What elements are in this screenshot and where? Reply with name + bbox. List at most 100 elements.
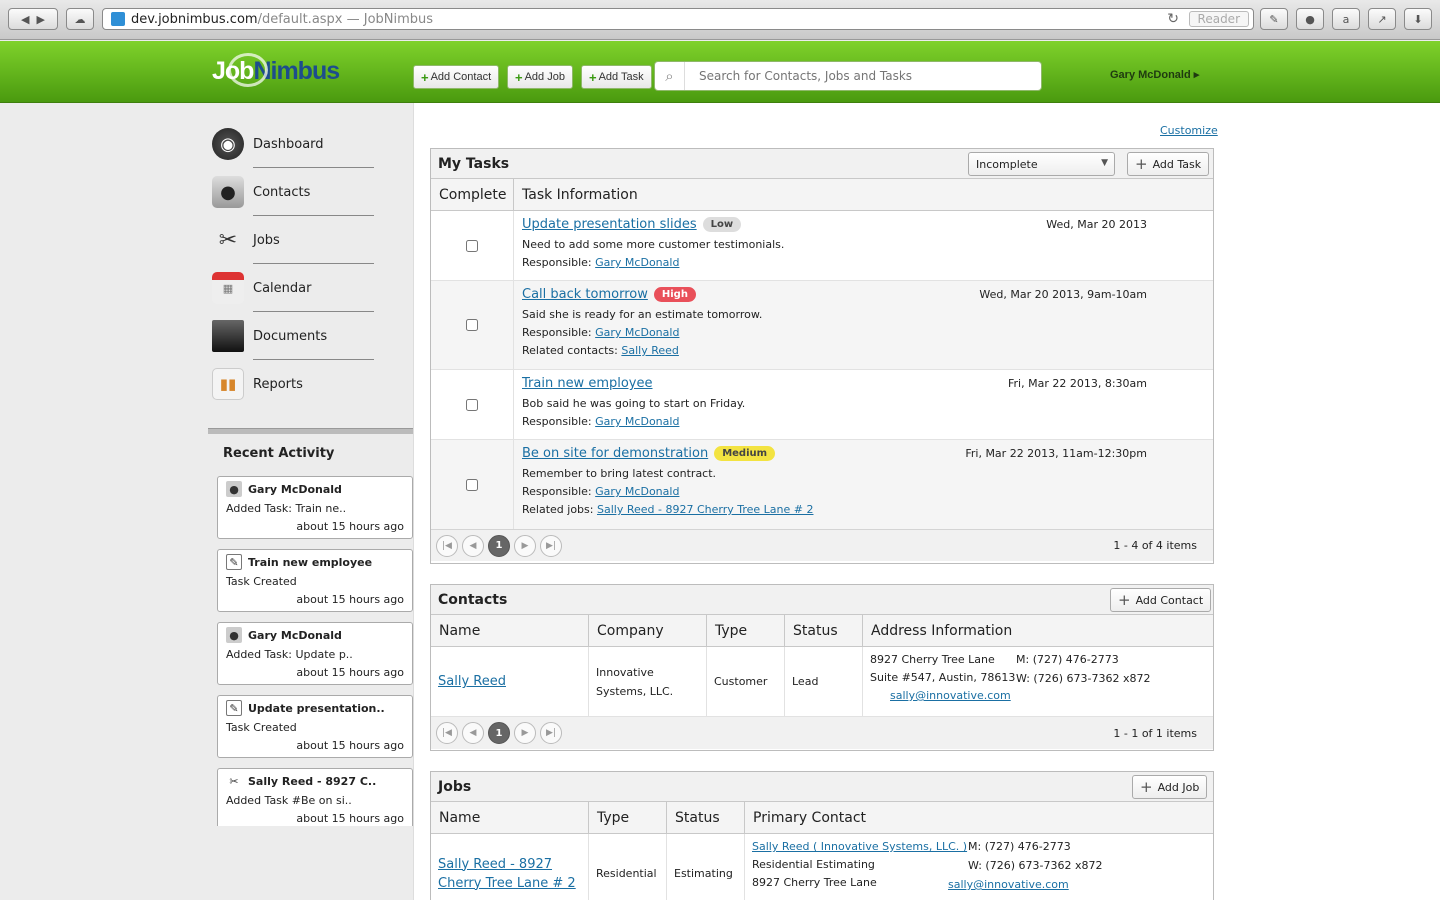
sidebar-item-reports[interactable]: ▮▮ Reports	[212, 360, 374, 408]
task-complete-cell	[431, 281, 514, 369]
add-contact-button[interactable]: + Add Contact	[413, 65, 500, 89]
first-page-icon[interactable]: |◀	[436, 534, 458, 557]
activity-desc: Task Created	[226, 721, 297, 734]
share-icon[interactable]: ↗	[1368, 8, 1396, 30]
activity-card[interactable]: ✎ Train new employee Task Created about 1…	[217, 549, 413, 612]
sidebar-item-jobs[interactable]: ✂ Jobs	[212, 216, 374, 264]
contact-mobile: M: (727) 476-2773	[1016, 653, 1119, 666]
plus-icon: +	[589, 69, 597, 85]
column-header-complete[interactable]: Complete	[431, 179, 514, 210]
favicon-icon	[111, 12, 125, 26]
search-input[interactable]	[699, 69, 1019, 83]
responsible-link[interactable]: Gary McDonald	[595, 256, 679, 269]
recent-activity-title: Recent Activity	[223, 446, 335, 461]
next-page-icon[interactable]: ▶	[514, 534, 536, 557]
prev-page-icon[interactable]: ◀	[462, 534, 484, 557]
user-menu[interactable]: Gary McDonald ▸	[1110, 68, 1199, 81]
add-task-button[interactable]: + Add Task	[581, 65, 652, 89]
sidebar-item-dashboard[interactable]: ◉ Dashboard	[212, 120, 374, 168]
current-page-button[interactable]: 1	[488, 534, 510, 557]
last-page-icon[interactable]: ▶|	[540, 534, 562, 557]
task-row: Call back tomorrow High Wed, Mar 20 2013,…	[431, 281, 1213, 370]
recent-activity-list: ● Gary McDonald Added Task: Train ne.. ab…	[208, 470, 414, 826]
contact-company: Innovative Systems, LLC.	[589, 647, 707, 716]
first-page-icon[interactable]: |◀	[436, 722, 458, 744]
task-description: Remember to bring latest contract.	[522, 467, 717, 480]
activity-card[interactable]: ✎ Update presentation.. Task Created abou…	[217, 695, 413, 758]
next-page-icon[interactable]: ▶	[514, 722, 536, 744]
task-title-link[interactable]: Train new employee	[522, 376, 653, 391]
sidebar-item-documents[interactable]: Documents	[212, 312, 374, 360]
task-filter-select[interactable]: Incomplete ▼	[968, 152, 1115, 176]
activity-title: Update presentation..	[248, 701, 385, 715]
column-header-name[interactable]: Name	[431, 615, 589, 646]
customize-link[interactable]: Customize	[1160, 124, 1218, 137]
activity-desc: Task Created	[226, 575, 297, 588]
task-complete-checkbox[interactable]	[466, 478, 478, 491]
sidebar-item-contacts[interactable]: ● Contacts	[212, 168, 374, 216]
related-contact-link[interactable]: Sally Reed	[621, 344, 679, 357]
reload-icon[interactable]: ↻	[1167, 11, 1179, 27]
edit-icon[interactable]: ✎	[1260, 8, 1288, 30]
responsible-link[interactable]: Gary McDonald	[595, 485, 679, 498]
task-date: Fri, Mar 22 2013, 11am-12:30pm	[965, 447, 1147, 460]
jobnimbus-logo[interactable]: JobNimbus	[212, 53, 340, 87]
add-job-button[interactable]: + Add Job	[507, 65, 573, 89]
task-note-icon: ✎	[226, 554, 242, 570]
add-contact-panel-button[interactable]: + Add Contact	[1110, 588, 1212, 612]
task-title-link[interactable]: Be on site for demonstration	[522, 446, 708, 461]
cloud-icon[interactable]: ☁	[66, 8, 94, 30]
activity-card[interactable]: ● Gary McDonald Added Task: Train ne.. ab…	[217, 476, 413, 539]
plus-icon: +	[1140, 778, 1153, 796]
column-header-name[interactable]: Name	[431, 802, 589, 833]
reader-button[interactable]: Reader	[1188, 11, 1249, 27]
contact-email-link[interactable]: sally@innovative.com	[890, 689, 1213, 702]
task-complete-checkbox[interactable]	[466, 398, 478, 411]
bulb-icon[interactable]: ●	[1296, 8, 1324, 30]
column-header-status[interactable]: Status	[785, 615, 863, 646]
current-page-button[interactable]: 1	[488, 722, 510, 744]
column-header-address[interactable]: Address Information	[863, 615, 1213, 646]
column-header-task-info[interactable]: Task Information	[514, 179, 1213, 210]
task-description: Said she is ready for an estimate tomorr…	[522, 308, 763, 321]
job-name-link[interactable]: Sally Reed - 8927 Cherry Tree Lane # 2	[438, 855, 588, 893]
column-header-primary-contact[interactable]: Primary Contact	[745, 802, 1213, 833]
add-job-panel-label: Add Job	[1157, 780, 1200, 794]
prev-page-icon[interactable]: ◀	[462, 722, 484, 744]
task-title-link[interactable]: Call back tomorrow	[522, 287, 648, 302]
job-contact-email-link[interactable]: sally@innovative.com	[948, 878, 1069, 891]
related-job-link[interactable]: Sally Reed - 8927 Cherry Tree Lane # 2	[597, 503, 813, 516]
chevron-down-icon: ▼	[1101, 158, 1108, 168]
download-icon[interactable]: ⬇	[1404, 8, 1432, 30]
responsible-link[interactable]: Gary McDonald	[595, 326, 679, 339]
panel-header: Contacts + Add Contact	[431, 585, 1213, 615]
search-icon[interactable]: ⌕	[655, 62, 685, 90]
sidebar-item-calendar[interactable]: ▦ Calendar	[212, 264, 374, 312]
task-title-link[interactable]: Update presentation slides	[522, 217, 697, 232]
last-page-icon[interactable]: ▶|	[540, 722, 562, 744]
responsible-link[interactable]: Gary McDonald	[595, 415, 679, 428]
person-icon: ●	[226, 481, 242, 497]
sidebar-item-label: Calendar	[253, 280, 312, 296]
contact-name-link[interactable]: Sally Reed	[438, 674, 506, 689]
items-count: 1 - 4 of 4 items	[1113, 539, 1197, 552]
add-task-panel-button[interactable]: + Add Task	[1127, 152, 1210, 176]
column-header-company[interactable]: Company	[589, 615, 707, 646]
back-forward-buttons[interactable]: ◀ ▶	[8, 8, 58, 30]
task-complete-checkbox[interactable]	[466, 239, 478, 252]
activity-card[interactable]: ● Gary McDonald Added Task: Update p.. ab…	[217, 622, 413, 685]
amazon-icon[interactable]: a	[1332, 8, 1360, 30]
task-complete-cell	[431, 211, 514, 280]
add-job-panel-button[interactable]: + Add Job	[1132, 775, 1208, 799]
task-complete-checkbox[interactable]	[466, 319, 478, 331]
job-type: Residential	[589, 834, 667, 900]
address-bar[interactable]: dev.jobnimbus.com/default.aspx — JobNimb…	[102, 8, 1254, 30]
items-count: 1 - 1 of 1 items	[1113, 726, 1197, 740]
panel-header: My Tasks Incomplete ▼ + Add Task	[431, 149, 1213, 179]
priority-badge: High	[653, 287, 696, 302]
column-header-status[interactable]: Status	[667, 802, 745, 833]
activity-card[interactable]: ✂ Sally Reed - 8927 C.. Added Task #Be on…	[217, 768, 413, 826]
column-header-type[interactable]: Type	[589, 802, 667, 833]
logo-cloud-ring	[228, 53, 268, 87]
column-header-type[interactable]: Type	[707, 615, 785, 646]
